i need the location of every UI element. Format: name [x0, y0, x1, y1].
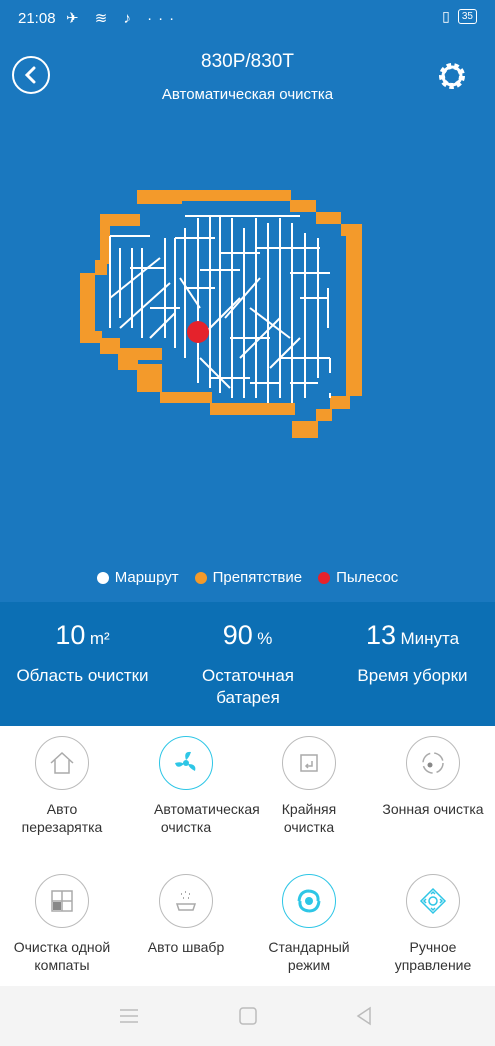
spot-icon	[406, 736, 460, 790]
room-icon	[35, 874, 89, 928]
status-time: 21:08	[18, 10, 56, 27]
stats-panel: 10 m² Область очистки 90 % Остаточная ба…	[0, 602, 495, 726]
menu-icon[interactable]	[118, 1007, 140, 1025]
mode-manual-control-button[interactable]: Ручное управление	[371, 874, 495, 974]
mode-grid: Авто перезарятка Автоматическая очистка …	[0, 726, 495, 986]
vibrate-icon: ▯	[442, 8, 450, 24]
stat-battery: 90 % Остаточная батарея	[202, 620, 294, 707]
mode-standard-button[interactable]: Стандарный режим	[247, 874, 371, 974]
back-nav-icon[interactable]	[354, 1005, 374, 1027]
status-left-icons: ✈ ≋ ♪ ···	[66, 10, 181, 27]
stat-time: 13 Минута Время уборки	[357, 620, 468, 685]
stat-area: 10 m² Область очистки	[16, 620, 149, 685]
mode-edge-clean-button[interactable]: Крайняя очистка	[247, 736, 371, 836]
legend-obstacle: Препятствие	[194, 569, 302, 586]
mode-auto-clean-button[interactable]: Автоматическая очистка	[124, 736, 260, 836]
system-nav-bar	[0, 986, 495, 1046]
battery-icon: 35	[457, 9, 477, 24]
map-legend: Маршрут Препятствие Пылесос	[0, 569, 495, 586]
mode-auto-recharge-button[interactable]: Авто перезарятка	[0, 736, 124, 836]
obstacle-dot-icon	[194, 571, 207, 584]
home-nav-icon[interactable]	[238, 1006, 258, 1026]
vacuum-position	[187, 321, 209, 343]
dpad-icon	[406, 874, 460, 928]
home-icon	[35, 736, 89, 790]
fan-icon	[159, 736, 213, 790]
mode-auto-mop-button[interactable]: Авто швабр	[124, 874, 248, 956]
status-right-icons: ▯ 35	[442, 8, 477, 25]
swirl-icon	[282, 874, 336, 928]
status-bar: 21:08 ✈ ≋ ♪ ··· ▯ 35	[0, 0, 495, 38]
cleaning-map	[80, 190, 362, 438]
mop-icon	[159, 874, 213, 928]
mode-single-room-button[interactable]: Очистка одной компаты	[0, 874, 124, 974]
legend-route: Маршрут	[96, 569, 179, 586]
route-dot-icon	[96, 571, 109, 584]
legend-vacuum: Пылесос	[318, 569, 398, 586]
mode-spot-clean-button[interactable]: Зонная очистка	[371, 736, 495, 818]
header-panel: 830P/830T Автоматическая очистка Маршрут…	[0, 38, 495, 602]
edge-icon	[282, 736, 336, 790]
vacuum-dot-icon	[318, 571, 331, 584]
